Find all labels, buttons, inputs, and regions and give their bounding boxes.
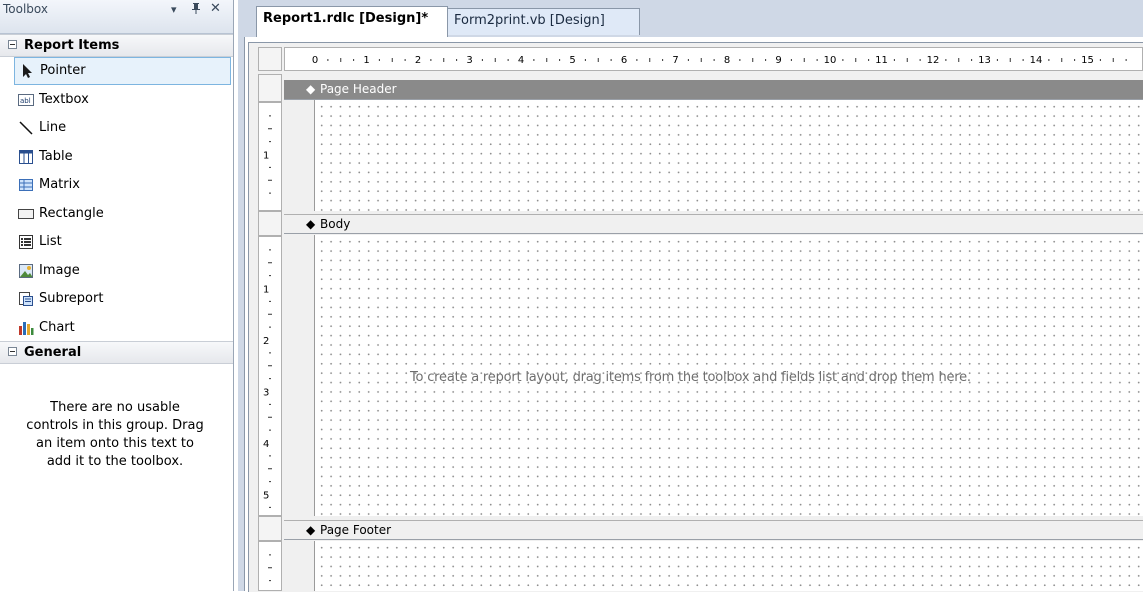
page-header-canvas[interactable] bbox=[314, 100, 1143, 211]
ruler-tick-label: 6 bbox=[621, 55, 627, 66]
ruler-tick-label: 4 bbox=[518, 55, 524, 66]
ruler-tick-label: 8 bbox=[724, 55, 730, 66]
tab-form-design[interactable]: Form2print.vb [Design] bbox=[447, 8, 640, 35]
ruler-tick-label: 13 bbox=[978, 55, 991, 66]
item-label: Textbox bbox=[39, 92, 89, 107]
section-label: Body bbox=[320, 217, 351, 231]
ruler-tick-label: 14 bbox=[1030, 55, 1043, 66]
item-label: Chart bbox=[39, 320, 75, 335]
vertical-ruler-header: 1 bbox=[258, 102, 282, 211]
ruler-tick-label: 5 bbox=[569, 55, 575, 66]
ruler-tick-label: 3 bbox=[263, 388, 269, 399]
toolbox-item-pointer[interactable]: Pointer bbox=[14, 57, 231, 85]
toolbox-item-chart[interactable]: Chart bbox=[0, 314, 233, 342]
toolbox-item-matrix[interactable]: Matrix bbox=[0, 171, 233, 199]
section-marker-icon: ◆ bbox=[306, 523, 316, 537]
ruler-tick-label: 15 bbox=[1081, 55, 1094, 66]
toolbox-item-image[interactable]: Image bbox=[0, 257, 233, 285]
toolbox-item-textbox[interactable]: abl Textbox bbox=[0, 86, 233, 114]
toolbox-item-subreport[interactable]: Subreport bbox=[0, 285, 233, 313]
toolbox-item-table[interactable]: Table bbox=[0, 143, 233, 171]
ruler-section-marker bbox=[258, 211, 282, 236]
ruler-tick-label: 10 bbox=[824, 55, 837, 66]
ruler-tick-label: 9 bbox=[775, 55, 781, 66]
ruler-tick-label: 2 bbox=[263, 336, 269, 347]
collapse-icon[interactable] bbox=[8, 347, 17, 356]
toolbox-title-bar: Toolbox ▾ ✕ bbox=[0, 0, 233, 34]
collapse-icon[interactable] bbox=[8, 40, 17, 49]
ruler-tick-label: 7 bbox=[672, 55, 678, 66]
drop-hint: To create a report layout, drag items fr… bbox=[410, 370, 971, 385]
item-label: Line bbox=[39, 120, 67, 135]
item-label: List bbox=[39, 234, 62, 249]
page-header-bar[interactable]: ◆ Page Header bbox=[284, 80, 1143, 100]
group-label: General bbox=[24, 345, 82, 360]
image-icon bbox=[18, 263, 34, 279]
tab-label: Report1.rdlc [Design]* bbox=[263, 11, 429, 26]
section-marker-icon: ◆ bbox=[306, 82, 316, 96]
subreport-icon bbox=[18, 291, 34, 307]
item-label: Pointer bbox=[40, 63, 86, 78]
body-bar[interactable]: ◆ Body bbox=[284, 214, 1143, 234]
table-icon bbox=[18, 149, 34, 165]
ruler-tick-label: 12 bbox=[927, 55, 940, 66]
section-label: Page Header bbox=[320, 82, 397, 96]
textbox-icon: abl bbox=[18, 92, 34, 108]
item-label: Table bbox=[39, 149, 73, 164]
item-label: Matrix bbox=[39, 177, 80, 192]
toolbox-item-list[interactable]: List bbox=[0, 228, 233, 256]
toolbox-item-rectangle[interactable]: Rectangle bbox=[0, 200, 233, 228]
ruler-tick-label: 11 bbox=[875, 55, 888, 66]
ruler-tick-label: 5 bbox=[263, 491, 269, 502]
toolbox-item-line[interactable]: Line bbox=[0, 114, 233, 142]
ruler-section-marker bbox=[258, 516, 282, 541]
ruler-tick-label: 3 bbox=[466, 55, 472, 66]
group-report-items[interactable]: Report Items bbox=[0, 34, 233, 57]
pin-icon[interactable] bbox=[190, 1, 202, 19]
pointer-icon bbox=[19, 63, 35, 79]
toolbox-panel: Toolbox ▾ ✕ Report Items Pointer abl Tex… bbox=[0, 0, 234, 591]
empty-group-message: There are no usable controls in this gro… bbox=[26, 400, 204, 469]
page-footer-canvas[interactable] bbox=[314, 541, 1143, 591]
vertical-ruler-footer bbox=[258, 541, 282, 591]
chart-icon bbox=[18, 320, 34, 336]
ruler-tick-label: 4 bbox=[263, 439, 269, 450]
dropdown-icon[interactable]: ▾ bbox=[171, 3, 177, 16]
item-label: Rectangle bbox=[39, 206, 104, 221]
line-icon bbox=[18, 120, 34, 136]
section-label: Page Footer bbox=[320, 523, 392, 537]
ruler-tick-label: 2 bbox=[415, 55, 421, 66]
ruler-section-marker bbox=[258, 74, 282, 102]
ruler-tick-label: 1 bbox=[263, 151, 269, 162]
close-icon[interactable]: ✕ bbox=[210, 1, 221, 16]
item-label: Image bbox=[39, 263, 80, 278]
ruler-tick-label: 1 bbox=[263, 285, 269, 296]
group-label: Report Items bbox=[24, 38, 120, 53]
ruler-corner bbox=[258, 47, 282, 71]
ruler-tick-label: 0 bbox=[312, 55, 318, 66]
rectangle-icon bbox=[18, 206, 34, 222]
matrix-icon bbox=[18, 177, 34, 193]
ruler-tick-label: 1 bbox=[363, 55, 369, 66]
toolbox-title: Toolbox bbox=[3, 2, 48, 16]
section-marker-icon: ◆ bbox=[306, 217, 316, 231]
svg-text:abl: abl bbox=[20, 97, 31, 105]
page-footer-section[interactable] bbox=[284, 541, 1143, 591]
item-label: Subreport bbox=[39, 291, 104, 306]
horizontal-ruler: 0 1 2 3 4 5 6 7 8 9 10 11 12 13 14 15 bbox=[284, 47, 1143, 71]
tab-report-design[interactable]: Report1.rdlc [Design]* bbox=[256, 6, 448, 37]
list-icon bbox=[18, 234, 34, 250]
vertical-ruler-body: 1 2 3 4 5 bbox=[258, 236, 282, 516]
page-footer-bar[interactable]: ◆ Page Footer bbox=[284, 520, 1143, 540]
tab-label: Form2print.vb [Design] bbox=[454, 13, 605, 28]
group-general[interactable]: General bbox=[0, 341, 233, 364]
page-header-section[interactable] bbox=[284, 100, 1143, 211]
